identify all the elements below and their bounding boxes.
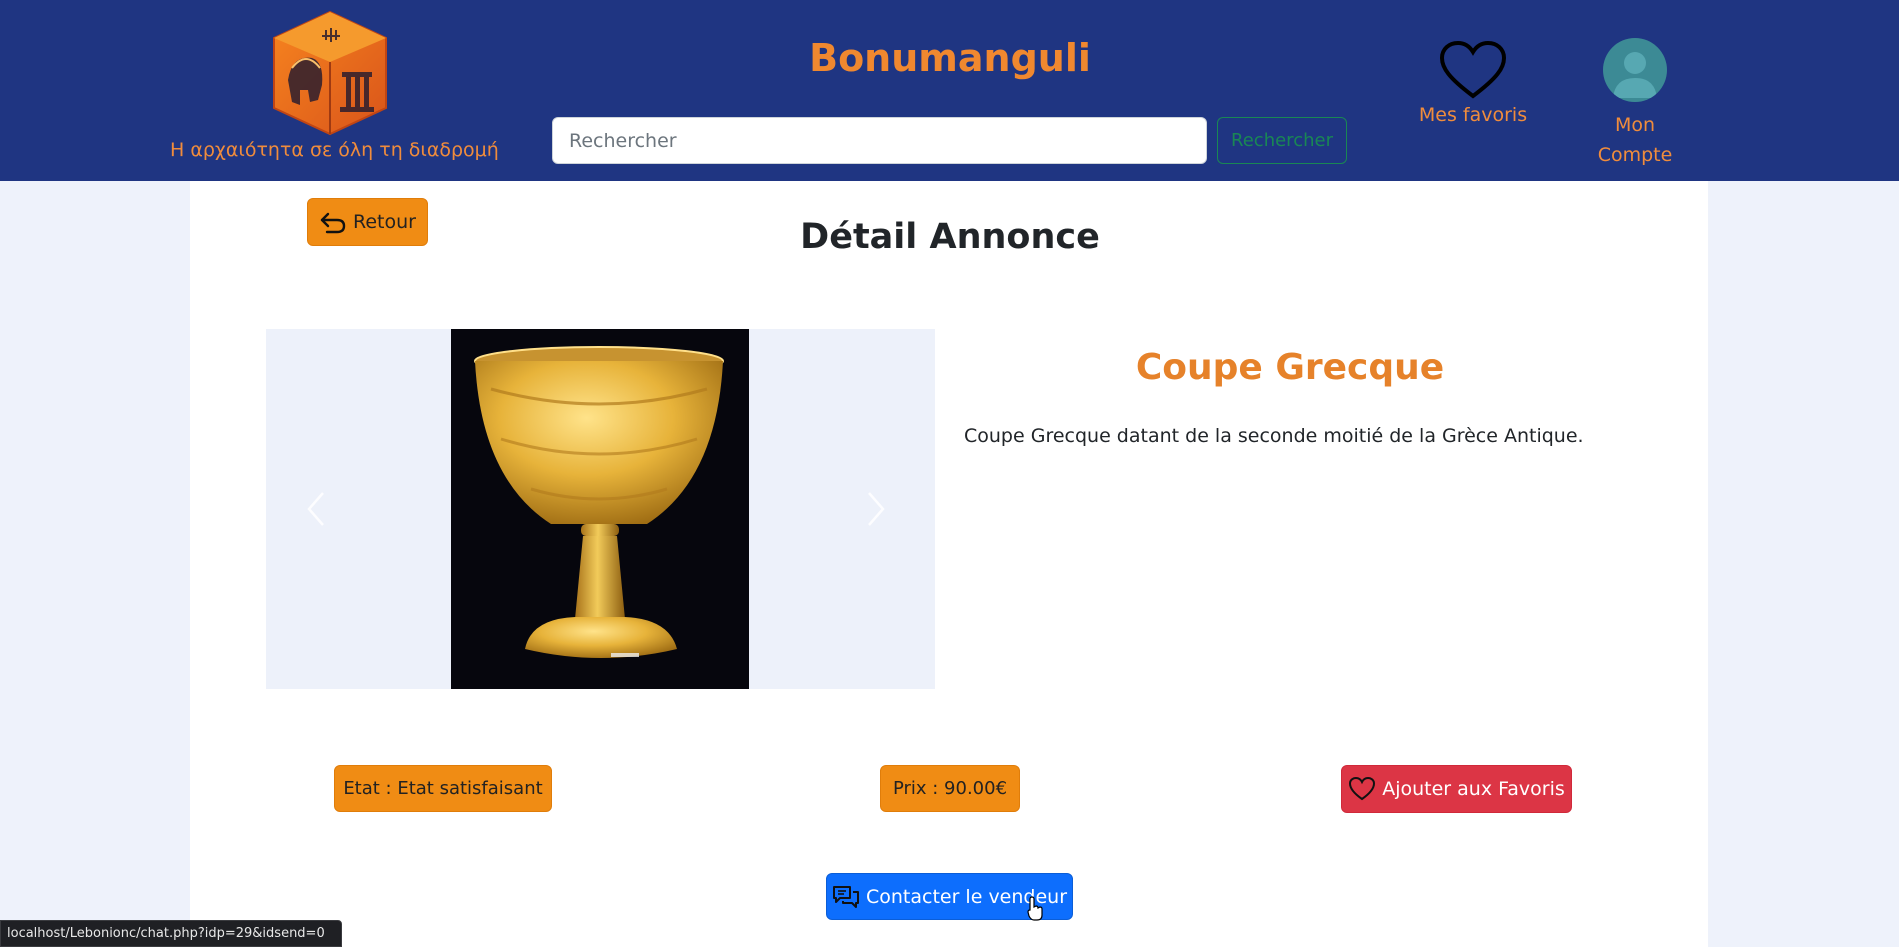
image-carousel[interactable]: [266, 329, 935, 689]
site-header: Η αρχαιότητα σε όλη τη διαδρομή Bonumang…: [0, 0, 1899, 181]
add-to-favorites-button[interactable]: Ajouter aux Favoris: [1341, 765, 1572, 813]
page-title: Détail Annonce: [800, 217, 1100, 257]
site-logo[interactable]: [270, 10, 390, 136]
hand-pointer-cursor-icon: [1027, 896, 1043, 921]
carousel-next-button[interactable]: [856, 479, 896, 539]
chat-bubbles-icon: [832, 885, 859, 908]
undo-arrow-icon: [320, 212, 346, 234]
heart-icon: [1349, 776, 1376, 801]
heart-icon: [1439, 40, 1507, 99]
add-to-favorites-label: Ajouter aux Favoris: [1382, 778, 1565, 800]
product-title: Coupe Grecque: [1135, 347, 1445, 388]
product-image: [451, 329, 749, 689]
listing-detail-card: Retour Détail Annonce Coupe Grecque Coup…: [190, 181, 1708, 947]
back-button-label: Retour: [353, 211, 416, 233]
account-label-line2: Compte: [1597, 144, 1673, 166]
browser-status-bar: localhost/Lebonionc/chat.php?idp=29&idse…: [0, 920, 342, 947]
account-label-line1: Mon: [1614, 114, 1656, 136]
condition-badge: Etat : Etat satisfaisant: [334, 765, 552, 812]
carousel-prev-button[interactable]: [296, 479, 336, 539]
account-link[interactable]: Mon Compte: [1583, 38, 1687, 166]
chevron-right-icon: [868, 492, 885, 526]
site-tagline: Η αρχαιότητα σε όλη τη διαδρομή: [170, 139, 499, 161]
search-input[interactable]: [552, 117, 1207, 164]
helmet-column-cube-logo-icon: [273, 10, 387, 136]
chevron-left-icon: [307, 492, 324, 526]
favorites-label: Mes favoris: [1418, 104, 1528, 126]
user-avatar-icon: [1603, 38, 1667, 102]
product-description: Coupe Grecque datant de la seconde moiti…: [964, 425, 1584, 447]
search-button[interactable]: Rechercher: [1217, 117, 1347, 164]
site-brand-title[interactable]: Bonumanguli: [780, 36, 1120, 80]
back-button[interactable]: Retour: [307, 198, 428, 246]
favorites-link[interactable]: Mes favoris: [1410, 40, 1536, 135]
price-badge: Prix : 90.00€: [880, 765, 1020, 812]
